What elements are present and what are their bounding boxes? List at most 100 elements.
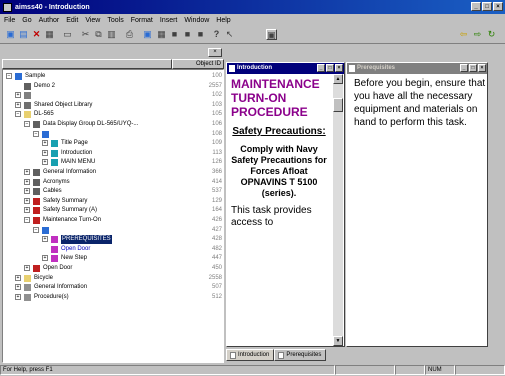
expand-icon[interactable]: + [15,284,21,291]
tree-row[interactable]: + Open Door 450 [3,264,223,273]
copy-icon[interactable]: ⧉ [93,29,104,40]
tree-columns: Object ID [2,59,224,69]
expand-icon[interactable]: + [24,207,30,214]
close-button[interactable]: × [493,2,503,11]
expand-icon[interactable]: + [15,92,21,99]
menu-view[interactable]: View [85,17,100,24]
tree-row[interactable]: + Bicycle 2558 [3,274,223,283]
column-header-name[interactable] [2,59,172,69]
menu-tools[interactable]: Tools [107,17,123,24]
cut-icon[interactable]: ✂ [80,29,91,40]
tree-row[interactable]: + Shared Object Library 103 [3,101,223,110]
expand-icon[interactable]: + [15,274,21,281]
prereq-close-button[interactable]: × [478,64,486,72]
tree-row[interactable]: − 108 [3,130,223,139]
grid-icon-2[interactable]: ■ [169,29,180,40]
expand-icon[interactable]: + [42,255,48,262]
tree-row[interactable]: + Procedure(s) 512 [3,293,223,302]
menu-author[interactable]: Author [39,17,60,24]
menu-insert[interactable]: Insert [160,17,178,24]
grid-icon-1[interactable]: ▦ [156,29,167,40]
expand-icon[interactable]: + [24,178,30,185]
forward-icon[interactable]: ⇨ [472,29,483,40]
scroll-up-icon[interactable]: ▲ [333,74,343,84]
tree-close-button[interactable]: × [208,48,222,57]
window-title: aimss40 - Introduction [15,3,90,11]
expand-icon[interactable]: + [15,101,21,108]
tree-row[interactable]: + Acronyms 414 [3,178,223,187]
print-icon[interactable]: ⎙ [124,29,135,40]
tree-row[interactable]: − Maintenance Turn-On 426 [3,216,223,225]
menu-go[interactable]: Go [22,17,31,24]
collapse-icon[interactable]: − [6,73,12,79]
tree-row[interactable]: − 427 [3,226,223,235]
menu-window[interactable]: Window [184,17,209,24]
scroll-thumb[interactable] [333,98,343,112]
tree-row[interactable]: Open Door 482 [3,245,223,254]
save-icon[interactable]: ▭ [62,29,73,40]
refresh-icon[interactable]: ↻ [486,29,497,40]
expand-icon[interactable]: + [15,293,21,300]
intro-minimize-button[interactable]: _ [317,64,325,72]
tree-row[interactable]: + General Information 507 [3,283,223,292]
new-icon[interactable]: ▣ [5,29,16,40]
properties-icon[interactable]: ▦ [44,29,55,40]
menu-help[interactable]: Help [216,17,230,24]
grid-icon-4[interactable]: ■ [195,29,206,40]
back-icon[interactable]: ⇦ [458,29,469,40]
tab-introduction[interactable]: Introduction [226,349,275,361]
tree-row[interactable]: + Introduction 113 [3,149,223,158]
tree-row[interactable]: + General Information 366 [3,168,223,177]
minimize-button[interactable]: _ [471,2,481,11]
scroll-down-icon[interactable]: ▼ [333,336,343,346]
tree-row[interactable]: − Sample 100 [3,72,223,81]
collapse-icon[interactable]: − [24,121,30,127]
tab-prerequisites[interactable]: Prerequisites [274,349,327,361]
expand-icon[interactable]: + [24,169,30,175]
expand-icon[interactable]: + [42,159,48,166]
intro-close-button[interactable]: × [335,64,343,72]
expand-icon[interactable]: + [24,197,30,204]
expand-icon[interactable]: + [42,140,48,147]
prereq-maximize-button[interactable]: □ [469,64,477,72]
expand-icon[interactable]: + [42,236,48,243]
expand-icon[interactable]: + [24,188,30,195]
tree-row[interactable]: + Safety Summary 129 [3,197,223,206]
open-icon[interactable]: ▤ [18,29,29,40]
paste-icon[interactable]: ▥ [106,29,117,40]
intro-maximize-button[interactable]: □ [326,64,334,72]
connect-icon[interactable]: ▣ [142,29,153,40]
tree-row[interactable]: − Data Display Group DL-565/UYQ-... 106 [3,120,223,129]
toolbar: ▣ ▤ ✕ ▦ ▭ ✂ ⧉ ▥ ⎙ ▣ ▦ ■ ■ ■ ? ↖ ▣ ⇦ ⇨ ↻ [0,26,505,44]
tree-row[interactable]: + PREREQUISITES 428 [3,235,223,245]
tree-row[interactable]: − DL-565 105 [3,110,223,119]
menu-format[interactable]: Format [131,17,153,24]
collapse-icon[interactable]: − [33,130,39,137]
tree-row[interactable]: + New Step 447 [3,254,223,263]
context-help-icon[interactable]: ↖ [224,29,235,40]
help-icon[interactable]: ? [211,29,222,40]
book-icon [33,121,40,128]
tree-row[interactable]: + Safety Summary (A) 164 [3,206,223,215]
tree-row[interactable]: +102 [3,91,223,100]
menu-file[interactable]: File [4,17,15,24]
delete-icon[interactable]: ✕ [31,29,42,40]
tree-row[interactable]: Demo 2 2557 [3,82,223,91]
tree-row[interactable]: + Title Page 109 [3,139,223,148]
tree-row[interactable]: + Cables 537 [3,187,223,196]
view-icon[interactable]: ▣ [266,29,277,40]
tree-view[interactable]: − Sample 100 Demo 2 2557 +102 + Shared Object L… [2,69,224,363]
sequence-icon [42,130,49,138]
intro-scrollbar[interactable]: ▲ ▼ [333,74,343,346]
tree-row[interactable]: + MAIN MENU 126 [3,158,223,167]
menu-edit[interactable]: Edit [66,17,78,24]
collapse-icon[interactable]: − [15,111,21,118]
grid-icon-3[interactable]: ■ [182,29,193,40]
prereq-minimize-button[interactable]: _ [460,64,468,72]
expand-icon[interactable]: + [42,149,48,156]
collapse-icon[interactable]: − [33,226,39,233]
collapse-icon[interactable]: − [24,217,30,223]
expand-icon[interactable]: + [24,265,30,271]
maximize-button[interactable]: □ [482,2,492,11]
column-header-object-id[interactable]: Object ID [172,59,224,69]
